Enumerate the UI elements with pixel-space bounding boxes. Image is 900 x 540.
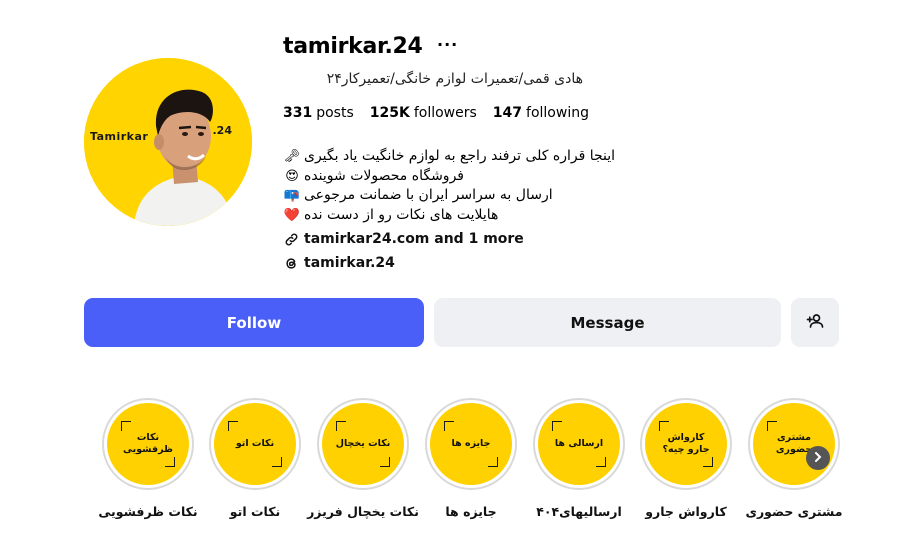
- bio-text: هایلایت های نکات رو از دست نده: [304, 206, 499, 223]
- message-button[interactable]: Message: [434, 298, 781, 347]
- highlight-item[interactable]: نکات ظرفشویی نکات ظرفشویی: [98, 398, 198, 519]
- link-icon: [283, 231, 299, 247]
- full-name-text: هادی قمی/تعمیرات لوازم خانگی/تعمیرکار۲۴: [326, 71, 583, 87]
- stat-following-value: 147: [492, 105, 523, 121]
- highlight-cover: نکات یخچال: [322, 403, 404, 485]
- highlight-cover-text: ارسالی ها: [554, 438, 604, 449]
- highlight-cover: مشتری حضوری: [753, 403, 835, 485]
- highlights-next-button[interactable]: [806, 446, 830, 470]
- highlight-label: نکات یخچال فریزر: [307, 504, 419, 519]
- bio-text: ارسال به سراسر ایران با ضمانت مرجوعی: [304, 187, 553, 203]
- highlight-label: کارواش جارو: [645, 504, 727, 519]
- bio-line: 😍 فروشگاه محصولات شوینده: [283, 167, 633, 187]
- follow-button[interactable]: Follow: [84, 298, 424, 347]
- highlight-ring: نکات یخچال: [317, 398, 409, 490]
- highlight-label: نکات اتو: [229, 504, 281, 519]
- stat-posts-label: posts: [316, 105, 354, 121]
- highlight-cover-text: کارواش جارو چیه؟: [662, 432, 710, 455]
- highlight-ring: نکات ظرفشویی: [102, 398, 194, 490]
- highlight-ring: نکات اتو: [209, 398, 301, 490]
- bio-text: اینجا قراره کلی ترفند راجع به لوازم خانگ…: [304, 148, 616, 164]
- key-icon: 🗝: [283, 149, 301, 164]
- highlight-cover: نکات اتو: [214, 403, 296, 485]
- stat-followers-label: followers: [413, 105, 477, 121]
- highlight-item[interactable]: جایزه ها جایزه ها: [423, 398, 519, 519]
- threads-link-text: tamirkar.24: [304, 255, 395, 271]
- stat-following-label: following: [526, 105, 589, 121]
- highlight-label: مشتری حضوری: [745, 504, 843, 519]
- heart-eyes-icon: 😍: [285, 168, 299, 184]
- highlight-ring: کارواش جارو چیه؟: [640, 398, 732, 490]
- highlight-ring: جایزه ها: [425, 398, 517, 490]
- highlight-ring: ارسالی ها: [533, 398, 625, 490]
- heart-icon: ❤️: [283, 207, 301, 223]
- stat-posts[interactable]: 331 posts: [283, 105, 354, 121]
- bio-line: 🗝 اینجا قراره کلی ترفند راجع به لوازم خان…: [283, 147, 633, 167]
- highlight-cover-text: نکات یخچال: [335, 438, 391, 449]
- profile-stats: 331 posts 125K followers 147 following: [283, 105, 589, 121]
- highlight-cover: کارواش جارو چیه؟: [645, 403, 727, 485]
- bio-line: ❤️ هایلایت های نکات رو از دست نده: [283, 206, 633, 226]
- mailbox-icon: 📪: [283, 188, 301, 203]
- highlight-ring: مشتری حضوری: [748, 398, 840, 490]
- stat-followers[interactable]: 125K followers: [370, 105, 477, 121]
- profile-avatar[interactable]: Tamirkar .24: [84, 58, 252, 226]
- highlight-item[interactable]: ارسالی ها ارسالیهای۴۰۴: [531, 398, 627, 519]
- highlight-item[interactable]: کارواش جارو چیه؟ کارواش جارو: [638, 398, 734, 519]
- threads-icon: [283, 255, 299, 271]
- website-link-text: tamirkar24.com and 1 more: [304, 231, 524, 247]
- profile-username: tamirkar.24: [283, 34, 423, 59]
- highlight-cover: ارسالی ها: [538, 403, 620, 485]
- story-highlights: نکات ظرفشویی نکات ظرفشویی نکات اتو نکات …: [0, 398, 900, 540]
- highlight-label: ارسالیهای۴۰۴: [536, 504, 622, 519]
- bio-line: 📪 ارسال به سراسر ایران با ضمانت مرجوعی: [283, 186, 633, 206]
- website-link[interactable]: tamirkar24.com and 1 more: [283, 231, 524, 247]
- add-user-icon: [806, 312, 824, 333]
- threads-link[interactable]: tamirkar.24: [283, 255, 395, 271]
- highlight-cover: نکات ظرفشویی: [107, 403, 189, 485]
- stat-posts-value: 331: [283, 105, 313, 121]
- profile-bio: 🗝 اینجا قراره کلی ترفند راجع به لوازم خان…: [283, 147, 633, 225]
- highlight-cover-text: نکات ظرفشویی: [123, 432, 173, 455]
- chevron-right-icon: [813, 450, 823, 466]
- bio-text: فروشگاه محصولات شوینده: [304, 167, 464, 184]
- more-options-button[interactable]: ···: [437, 35, 458, 54]
- add-user-button[interactable]: [791, 298, 839, 347]
- profile-full-name: هادی قمی/تعمیرات لوازم خانگی/تعمیرکار۲۴: [283, 71, 583, 87]
- highlight-label: جایزه ها: [445, 504, 497, 519]
- highlight-cover-text: نکات اتو: [235, 438, 275, 449]
- avatar-brand-number: .24: [212, 124, 233, 137]
- highlight-cover: جایزه ها: [430, 403, 512, 485]
- stat-followers-value: 125K: [369, 105, 410, 121]
- highlight-item[interactable]: نکات یخچال نکات یخچال فریزر: [307, 398, 419, 519]
- stat-following[interactable]: 147 following: [493, 105, 589, 121]
- highlight-label: نکات ظرفشویی: [98, 504, 198, 519]
- highlight-item[interactable]: نکات اتو نکات اتو: [207, 398, 303, 519]
- highlight-cover-text: جایزه ها: [451, 438, 491, 449]
- avatar-brand-text: Tamirkar: [90, 130, 149, 143]
